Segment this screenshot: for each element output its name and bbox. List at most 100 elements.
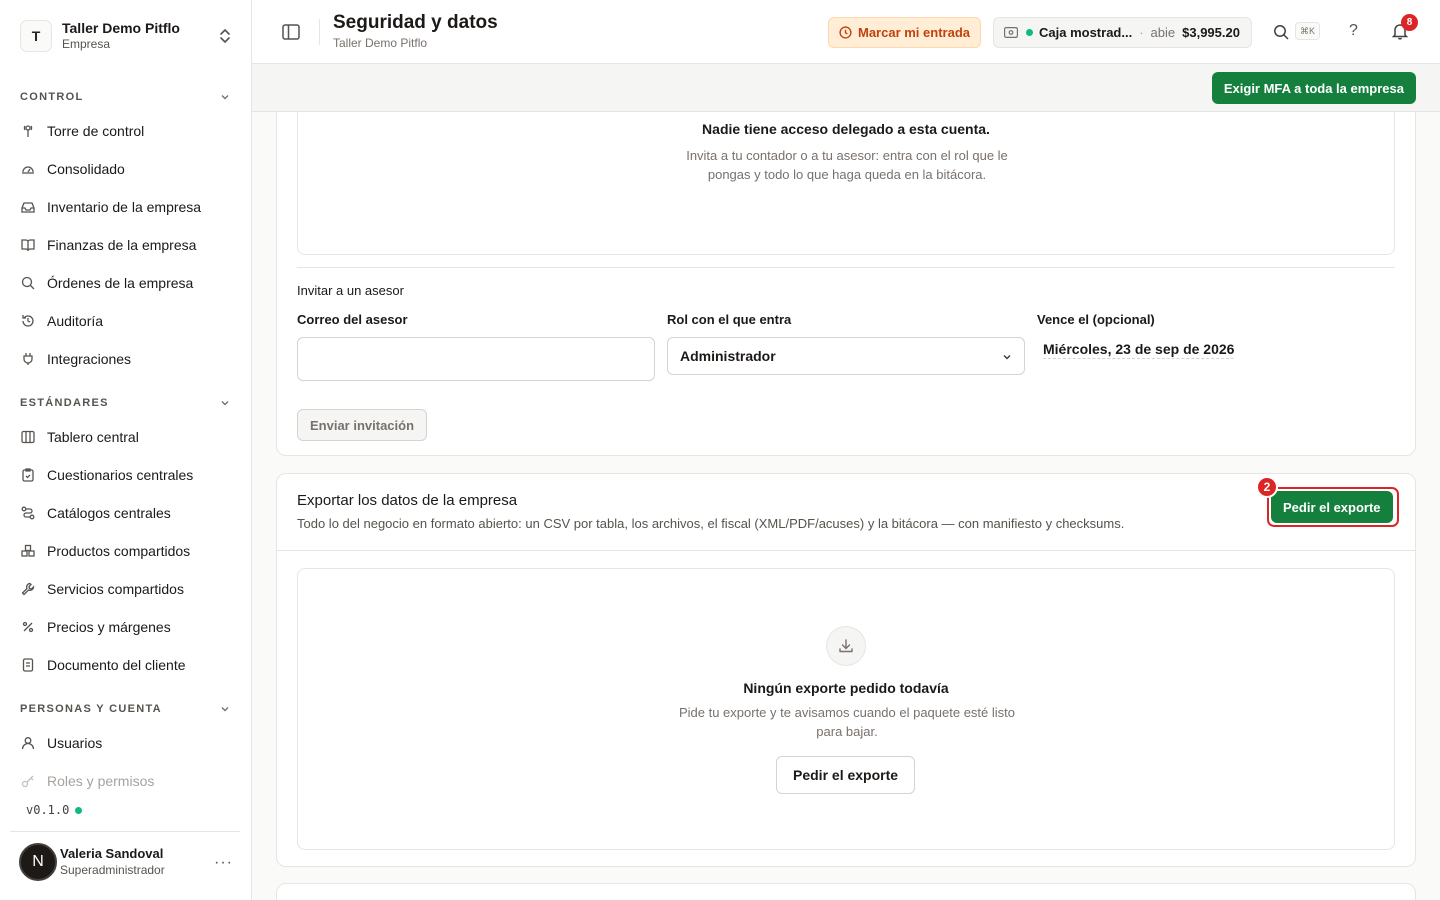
sidebar-item-label: Catálogos centrales xyxy=(47,505,171,521)
step-badge: 2 xyxy=(1256,476,1278,498)
sidebar-item-label: Usuarios xyxy=(47,735,103,751)
org-name: Taller Demo Pitflo xyxy=(62,20,180,37)
more-icon[interactable]: ··· xyxy=(214,854,233,872)
sidebar: T Taller Demo Pitflo Empresa CONTROL Tor… xyxy=(0,0,252,900)
user-name: Valeria Sandoval xyxy=(60,846,164,862)
top-header: Seguridad y datos Taller Demo Pitflo Mar… xyxy=(252,0,1440,64)
book-icon xyxy=(20,237,36,253)
sidebar-item-integraciones[interactable]: Integraciones xyxy=(20,343,232,375)
sidebar-item-consolidado[interactable]: Consolidado xyxy=(20,153,232,185)
section-control[interactable]: CONTROL xyxy=(20,91,230,103)
require-mfa-button[interactable]: Exigir MFA a toda la empresa xyxy=(1211,72,1416,104)
org-switcher[interactable]: T Taller Demo Pitflo Empresa xyxy=(20,18,242,54)
sidebar-item-cuestionarios[interactable]: Cuestionarios centrales xyxy=(20,459,232,491)
empty-title: Ningún exporte pedido todavía xyxy=(743,680,949,696)
sidebar-item-roles[interactable]: Roles y permisos xyxy=(20,765,232,797)
export-description: Todo lo del negocio en formato abierto: … xyxy=(297,516,1125,531)
action-bar: Exigir MFA a toda la empresa xyxy=(252,64,1440,112)
history-icon xyxy=(20,313,36,329)
sidebar-toggle-icon[interactable] xyxy=(282,24,300,40)
columns-icon xyxy=(20,429,36,445)
sidebar-item-ordenes[interactable]: Órdenes de la empresa xyxy=(20,267,232,299)
clock-icon xyxy=(839,26,852,39)
status-dot xyxy=(75,806,83,814)
percent-icon xyxy=(20,619,36,635)
org-type: Empresa xyxy=(62,37,111,52)
sidebar-item-label: Torre de control xyxy=(47,123,145,139)
register-amount: $3,995.20 xyxy=(1182,25,1240,40)
role-select[interactable]: Administrador xyxy=(667,337,1025,375)
expires-label: Vence el (opcional) xyxy=(1037,312,1155,327)
plug-icon xyxy=(20,351,36,367)
sidebar-item-finanzas[interactable]: Finanzas de la empresa xyxy=(20,229,232,261)
main-content: Exigir MFA a toda la empresa Nadie tiene… xyxy=(252,64,1440,900)
chevron-down-icon xyxy=(1003,354,1011,360)
section-estandares[interactable]: ESTÁNDARES xyxy=(20,397,230,409)
clock-in-button[interactable]: Marcar mi entrada xyxy=(828,17,981,48)
route-icon xyxy=(20,505,36,521)
empty-description: Invita a tu contador o a tu asesor: entr… xyxy=(686,148,1008,182)
key-icon xyxy=(20,773,36,789)
sidebar-item-usuarios[interactable]: Usuarios xyxy=(20,727,232,759)
sidebar-item-label: Órdenes de la empresa xyxy=(47,275,194,291)
sidebar-item-label: Productos compartidos xyxy=(47,543,191,559)
divider xyxy=(297,267,1395,268)
send-invitation-button[interactable]: Enviar invitación xyxy=(297,409,428,441)
sidebar-item-productos[interactable]: Productos compartidos xyxy=(20,535,232,567)
sidebar-item-label: Finanzas de la empresa xyxy=(47,237,197,253)
sidebar-item-label: Precios y márgenes xyxy=(47,619,171,635)
sidebar-item-label: Cuestionarios centrales xyxy=(47,467,194,483)
email-label: Correo del asesor xyxy=(297,312,408,327)
page-title: Seguridad y datos xyxy=(333,12,498,33)
register-status: abie xyxy=(1150,25,1176,40)
user-menu[interactable]: N Valeria Sandoval Superadministrador ··… xyxy=(19,842,241,882)
sidebar-item-precios[interactable]: Precios y márgenes xyxy=(20,611,232,643)
inbox-icon xyxy=(20,199,36,215)
search-icon xyxy=(20,275,36,291)
sidebar-item-servicios[interactable]: Servicios compartidos xyxy=(20,573,232,605)
org-avatar: T xyxy=(20,20,52,52)
export-title: Exportar los datos de la empresa xyxy=(297,492,518,509)
export-empty-state: Ningún exporte pedido todavía Pide tu ex… xyxy=(297,568,1395,850)
delegated-access-card: Nadie tiene acceso delegado a esta cuent… xyxy=(276,64,1416,456)
request-export-empty-button[interactable]: Pedir el exporte xyxy=(776,756,916,794)
app-version: v0.1.0 xyxy=(26,803,83,817)
empty-title: Nadie tiene acceso delegado a esta cuent… xyxy=(702,121,990,137)
sidebar-item-label: Consolidado xyxy=(47,161,125,177)
download-icon xyxy=(826,626,866,666)
page-subtitle: Taller Demo Pitflo xyxy=(333,36,428,50)
sidebar-item-catalogos[interactable]: Catálogos centrales xyxy=(20,497,232,529)
user-role: Superadministrador xyxy=(60,862,165,877)
search-icon[interactable] xyxy=(1273,24,1289,40)
sidebar-item-inventario[interactable]: Inventario de la empresa xyxy=(20,191,232,223)
advisor-email-input[interactable] xyxy=(297,337,655,381)
register-name: Caja mostrad... xyxy=(1039,25,1133,40)
sidebar-item-label: Tablero central xyxy=(47,429,139,445)
divider xyxy=(319,19,320,45)
export-card: Exportar los datos de la empresa Todo lo… xyxy=(276,473,1416,867)
gauge-icon xyxy=(20,161,36,177)
sidebar-item-label: Auditoría xyxy=(47,313,104,329)
status-dot xyxy=(1026,29,1033,36)
avatar: N xyxy=(19,843,57,881)
section-personas[interactable]: PERSONAS Y CUENTA xyxy=(20,703,230,715)
shortcut-hint: ⌘K xyxy=(1295,22,1320,40)
sidebar-item-documento[interactable]: Documento del cliente xyxy=(20,649,232,681)
sidebar-item-label: Inventario de la empresa xyxy=(47,199,202,215)
clipboard-icon xyxy=(20,467,36,483)
sidebar-item-torre-de-control[interactable]: Torre de control xyxy=(20,115,232,147)
tower-icon xyxy=(20,123,36,139)
boxes-icon xyxy=(20,543,36,559)
expires-date-picker[interactable]: Miércoles, 23 de sep de 2026 xyxy=(1043,341,1235,359)
sidebar-item-label: Integraciones xyxy=(47,351,132,367)
chevron-down-icon xyxy=(221,707,229,712)
cash-register-selector[interactable]: Caja mostrad... · abie $3,995.20 xyxy=(993,17,1252,48)
invite-heading: Invitar a un asesor xyxy=(297,283,404,298)
sidebar-item-label: Servicios compartidos xyxy=(47,581,184,597)
sidebar-item-tablero-central[interactable]: Tablero central xyxy=(20,421,232,453)
separator-dot: · xyxy=(1139,25,1144,40)
sidebar-item-auditoria[interactable]: Auditoría xyxy=(20,305,232,337)
divider xyxy=(10,831,240,832)
empty-description: Pide tu exporte y te avisamos cuando el … xyxy=(678,705,1016,739)
help-icon[interactable]: ? xyxy=(1349,22,1358,40)
